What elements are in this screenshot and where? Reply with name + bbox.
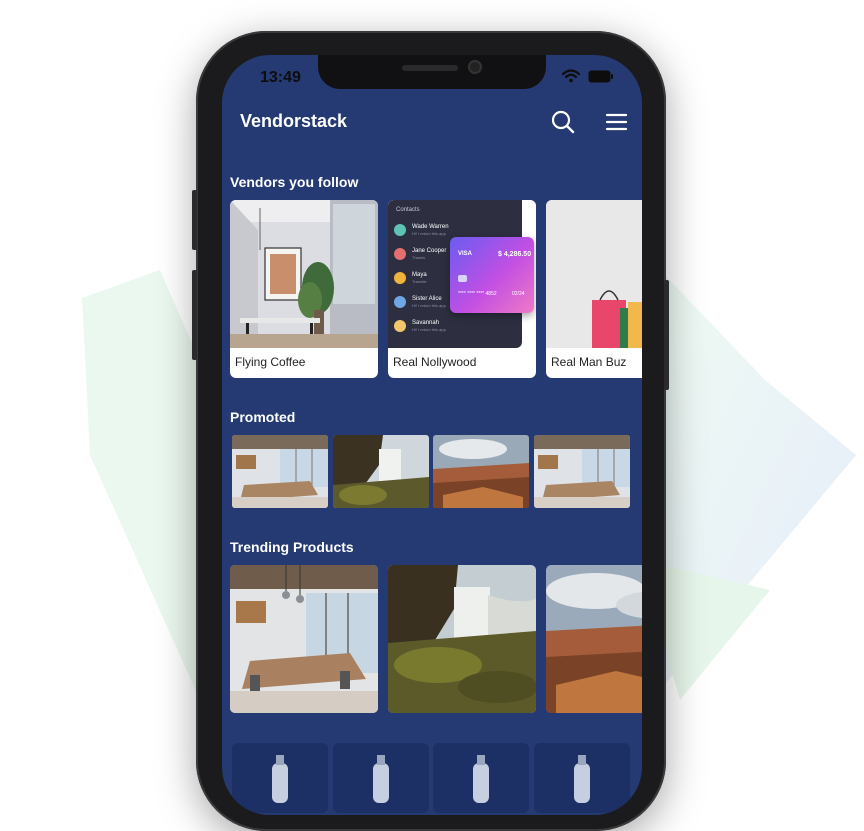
- card-expiry: 02/24: [512, 291, 525, 297]
- vendor-image: Contacts Wade Warren Hi! I return this a…: [388, 200, 536, 348]
- section-title-vendors: Vendors you follow: [230, 174, 359, 190]
- vendor-card[interactable]: Flying Coffee: [230, 200, 378, 378]
- avatar: [394, 272, 406, 284]
- bottle-image: [473, 755, 489, 803]
- bottle-image: [574, 755, 590, 803]
- promoted-thumbnail[interactable]: [433, 435, 529, 508]
- promoted-thumbnail[interactable]: [232, 435, 328, 508]
- speaker: [402, 65, 458, 71]
- credit-card: VISA $ 4,286.50 **** **** **** 4852 02/2…: [450, 237, 534, 313]
- avatar: [394, 224, 406, 236]
- status-time: 13:49: [260, 69, 301, 86]
- app-header: Vendorstack: [222, 107, 642, 147]
- bottom-product-tile[interactable]: [433, 743, 529, 813]
- card-brand: VISA: [458, 251, 473, 257]
- contact-sub: Transfer: [412, 279, 427, 284]
- trending-product-card[interactable]: [230, 565, 378, 713]
- contacts-header: Contacts: [396, 207, 420, 213]
- trending-product-card[interactable]: [546, 565, 642, 713]
- menu-icon[interactable]: [604, 109, 630, 135]
- vendor-label: Real Nollywood: [393, 355, 477, 369]
- camera: [468, 60, 482, 74]
- contact-sub: Thanks: [412, 255, 426, 260]
- bottom-product-tile[interactable]: [534, 743, 630, 813]
- contact-name: Jane Cooper: [412, 248, 447, 254]
- contact-sub: Hi! I return this app: [412, 303, 446, 308]
- power-button: [664, 280, 669, 390]
- battery-icon: [588, 70, 613, 82]
- side-button: [192, 190, 197, 250]
- avatar: [394, 248, 406, 260]
- avatar: [394, 296, 406, 308]
- phone-screen: 13:49 Vendorstack Vendors you follow Fly…: [222, 55, 642, 815]
- notch: [318, 55, 546, 89]
- card-number: **** **** **** 4852: [458, 291, 497, 297]
- bottle-image: [272, 755, 288, 803]
- vendor-card[interactable]: Contacts Wade Warren Hi! I return this a…: [388, 200, 536, 378]
- bottle-image: [373, 755, 389, 803]
- section-title-promoted: Promoted: [230, 409, 296, 425]
- vendor-label: Real Man Buz: [551, 355, 627, 369]
- promoted-thumbnail[interactable]: [333, 435, 429, 508]
- side-button: [192, 270, 197, 360]
- contact-name: Wade Warren: [412, 224, 449, 230]
- card-chip: [458, 275, 467, 282]
- section-title-trending: Trending Products: [230, 539, 354, 555]
- contact-sub: Hi! I return this app: [412, 327, 446, 332]
- bottom-product-tile[interactable]: [232, 743, 328, 813]
- bottom-product-tile[interactable]: [333, 743, 429, 813]
- contact-sub: Hi! I return this app: [412, 231, 446, 236]
- avatar: [394, 320, 406, 332]
- vendor-image: [546, 200, 642, 348]
- status-icons: [562, 69, 614, 83]
- contact-name: Sister Alice: [412, 296, 442, 302]
- wifi-icon: [562, 69, 580, 83]
- vendor-image: [230, 200, 378, 348]
- card-amount: $ 4,286.50: [498, 251, 532, 258]
- contact-name: Savannah: [412, 320, 440, 326]
- vendor-label: Flying Coffee: [235, 355, 306, 369]
- contact-name: Maya: [412, 272, 427, 278]
- vendor-card[interactable]: Real Man Buz: [546, 200, 642, 378]
- promoted-thumbnail[interactable]: [534, 435, 630, 508]
- trending-product-card[interactable]: [388, 565, 536, 713]
- search-icon[interactable]: [550, 109, 576, 135]
- app-title: Vendorstack: [240, 111, 348, 131]
